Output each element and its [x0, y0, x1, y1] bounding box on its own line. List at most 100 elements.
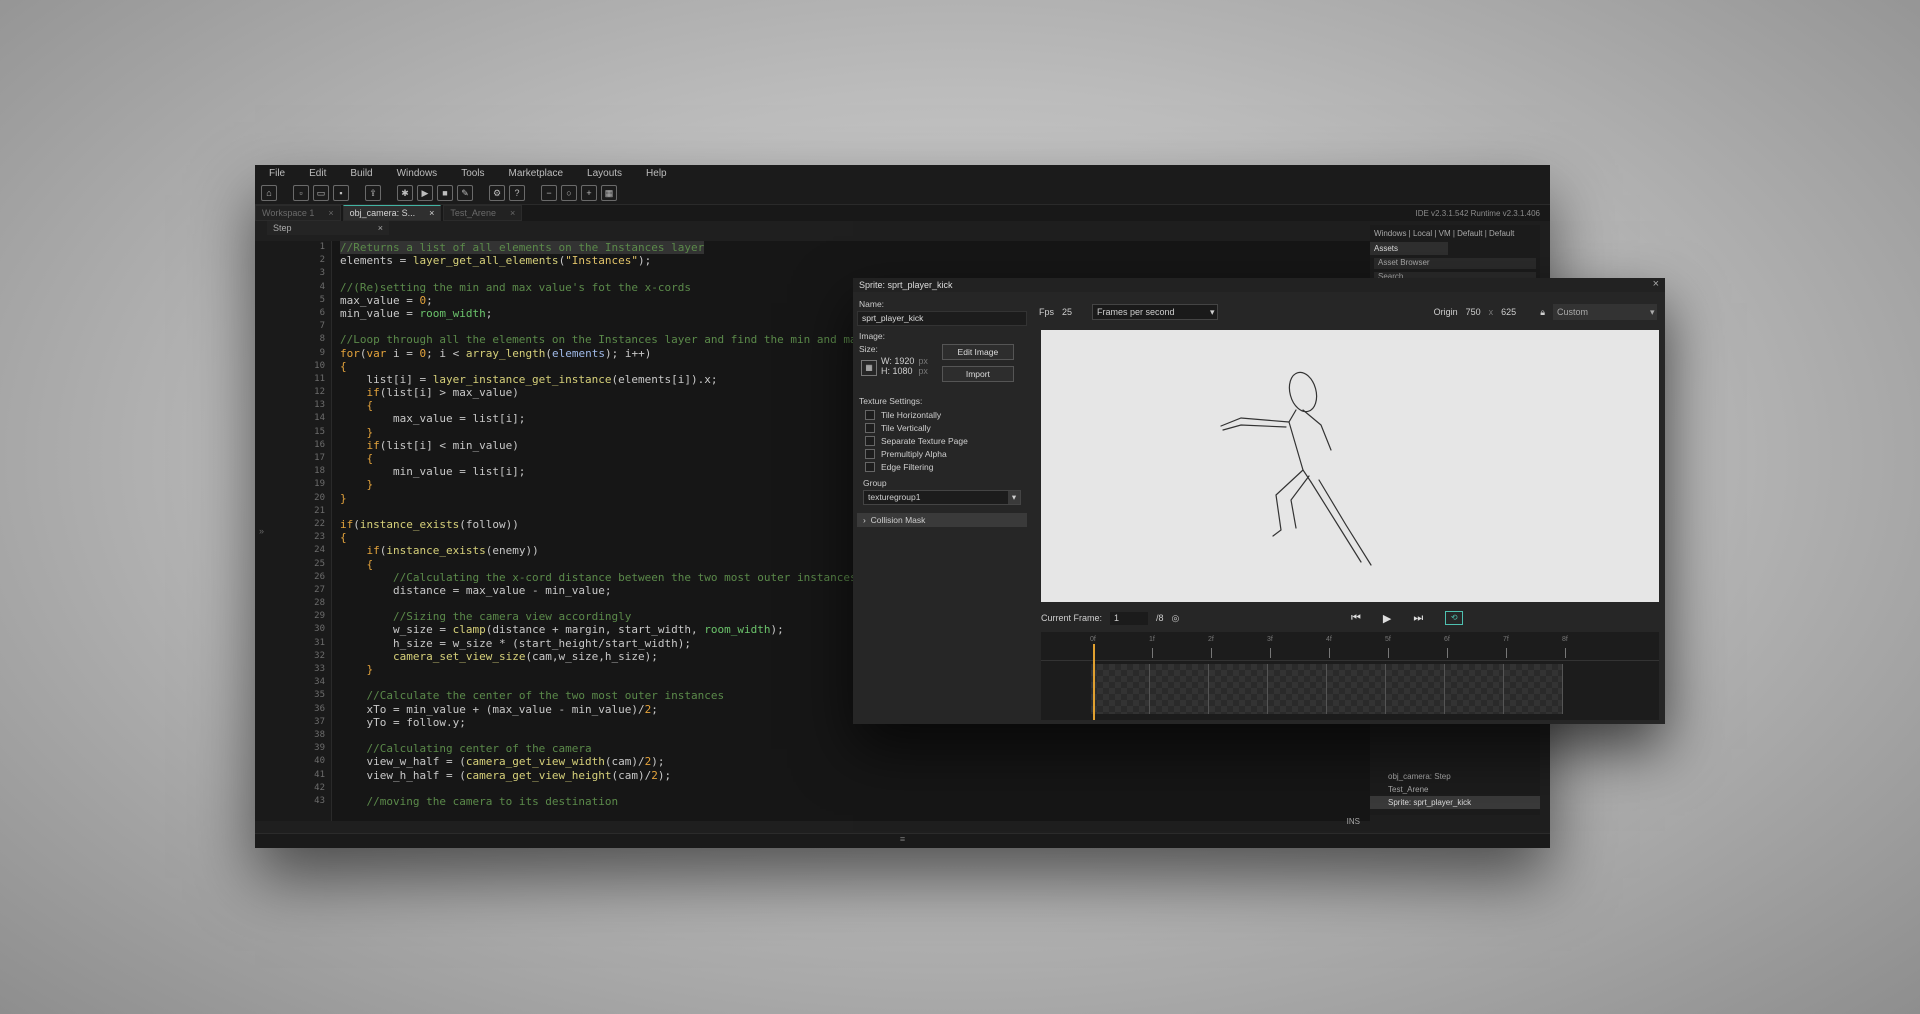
code-line[interactable]: view_h_half = (camera_get_view_height(ca…: [340, 769, 1370, 782]
px-unit: px: [918, 366, 928, 376]
tile-vertically-checkbox[interactable]: Tile Vertically: [865, 421, 1027, 434]
list-item[interactable]: obj_camera: Step: [1370, 770, 1540, 783]
close-icon[interactable]: ×: [429, 208, 434, 218]
save-icon[interactable]: ▪: [333, 185, 349, 201]
current-frame-input[interactable]: 1: [1110, 611, 1149, 625]
checkbox[interactable]: [865, 409, 875, 420]
line-number: 14: [314, 413, 325, 424]
chevron-right-icon[interactable]: ›: [863, 515, 866, 525]
name-field[interactable]: sprt_player_kick: [857, 311, 1027, 326]
playhead[interactable]: [1093, 644, 1095, 720]
close-icon[interactable]: ×: [328, 208, 333, 218]
collision-mask-section[interactable]: › Collision Mask: [857, 513, 1027, 527]
frame-cell[interactable]: [1386, 664, 1445, 714]
chevron-down-icon[interactable]: ▾: [1650, 304, 1657, 320]
checkbox[interactable]: [865, 448, 875, 459]
code-line[interactable]: view_w_half = (camera_get_view_width(cam…: [340, 755, 1370, 768]
play-icon[interactable]: ▶: [1383, 612, 1391, 625]
tab-assets[interactable]: Assets: [1370, 242, 1448, 255]
code-line[interactable]: [340, 782, 1370, 795]
run-icon[interactable]: ▶: [417, 185, 433, 201]
frame-cell[interactable]: [1091, 664, 1150, 714]
tab-test-arene[interactable]: Test_Arene ×: [443, 205, 523, 221]
frame-timeline[interactable]: 0f 1f 2f 3f 4f 5f 6f 7f 8f: [1041, 632, 1659, 720]
settings-icon[interactable]: ⚙: [489, 185, 505, 201]
code-line[interactable]: [340, 729, 1370, 742]
open-folder-icon[interactable]: ▭: [313, 185, 329, 201]
zoom-out-icon[interactable]: −: [541, 185, 557, 201]
zoom-in-icon[interactable]: +: [581, 185, 597, 201]
image-buttons: Edit Image Import: [941, 344, 1014, 388]
chevron-down-icon[interactable]: ▾: [1210, 305, 1217, 319]
new-file-icon[interactable]: ▫: [293, 185, 309, 201]
lock-icon[interactable]: 🔒︎: [1540, 307, 1545, 318]
help-icon[interactable]: ?: [509, 185, 525, 201]
home-icon[interactable]: ⌂: [261, 185, 277, 201]
output-splitter[interactable]: ≡: [255, 833, 1550, 848]
frame-cell[interactable]: [1209, 664, 1268, 714]
debug-icon[interactable]: ✱: [397, 185, 413, 201]
frame-cell[interactable]: [1445, 664, 1504, 714]
window-links[interactable]: Windows | Local | VM | Default | Default: [1370, 225, 1540, 242]
skip-forward-icon[interactable]: ⏭︎: [1413, 612, 1423, 625]
tile-horizontally-checkbox[interactable]: Tile Horizontally: [865, 408, 1027, 421]
menu-layouts[interactable]: Layouts: [587, 168, 622, 179]
code-line[interactable]: //moving the camera to its destination: [340, 795, 1370, 808]
tab-label: Test_Arene: [450, 208, 496, 218]
layout-icon[interactable]: ▦: [601, 185, 617, 201]
import-button[interactable]: Import: [941, 366, 1014, 382]
checkbox[interactable]: [865, 461, 875, 472]
close-icon[interactable]: ×: [378, 223, 383, 233]
edit-image-button[interactable]: Edit Image: [941, 344, 1014, 360]
sprite-canvas[interactable]: [1041, 330, 1659, 602]
code-line[interactable]: //Calculating center of the camera: [340, 742, 1370, 755]
frame-cell[interactable]: [1268, 664, 1327, 714]
tab-workspace[interactable]: Workspace 1 ×: [255, 205, 341, 221]
loop-icon[interactable]: ⟲: [1445, 611, 1464, 625]
texture-group-dropdown[interactable]: texturegroup1 ▾: [863, 490, 1021, 505]
separate-texture-page-checkbox[interactable]: Separate Texture Page: [865, 434, 1027, 447]
expand-icon[interactable]: »: [259, 526, 264, 536]
stop-icon[interactable]: ■: [437, 185, 453, 201]
left-collapse-strip[interactable]: »: [255, 241, 270, 821]
timeline-tick-label: 1f: [1149, 636, 1155, 643]
menu-tools[interactable]: Tools: [461, 168, 484, 179]
tab-obj-camera[interactable]: obj_camera: S... ×: [342, 205, 442, 221]
origin-y-input[interactable]: 625: [1501, 307, 1516, 317]
code-line[interactable]: //Returns a list of all elements on the …: [340, 241, 1370, 254]
menu-marketplace[interactable]: Marketplace: [509, 168, 563, 179]
chevron-down-icon[interactable]: ▾: [1008, 491, 1020, 504]
frame-cell[interactable]: [1504, 664, 1563, 714]
code-line[interactable]: elements = layer_get_all_elements("Insta…: [340, 254, 1370, 267]
frame-cell[interactable]: [1150, 664, 1209, 714]
unit-label: px px: [918, 356, 928, 376]
checkbox-label: Separate Texture Page: [881, 435, 968, 446]
premultiply-alpha-checkbox[interactable]: Premultiply Alpha: [865, 447, 1027, 460]
menu-windows[interactable]: Windows: [397, 168, 438, 179]
checkbox[interactable]: [865, 422, 875, 433]
close-icon[interactable]: ×: [510, 208, 515, 218]
close-icon[interactable]: ×: [1653, 278, 1659, 290]
checkbox[interactable]: [865, 435, 875, 446]
onion-skin-icon[interactable]: ◎: [1172, 613, 1180, 624]
menu-build[interactable]: Build: [350, 168, 372, 179]
clean-icon[interactable]: ✎: [457, 185, 473, 201]
menu-file[interactable]: File: [269, 168, 285, 179]
menu-edit[interactable]: Edit: [309, 168, 326, 179]
edge-filtering-checkbox[interactable]: Edge Filtering: [865, 460, 1027, 473]
zoom-reset-icon[interactable]: ○: [561, 185, 577, 201]
list-item[interactable]: Sprite: sprt_player_kick: [1370, 796, 1540, 809]
origin-x-input[interactable]: 750: [1466, 307, 1481, 317]
menu-help[interactable]: Help: [646, 168, 667, 179]
fps-input[interactable]: 25: [1062, 307, 1084, 317]
frame-cell[interactable]: [1327, 664, 1386, 714]
fps-mode-dropdown[interactable]: Frames per second ▾: [1092, 304, 1219, 320]
event-tab-step[interactable]: Step ×: [267, 221, 389, 235]
asset-browser-dropdown[interactable]: Asset Browser: [1374, 258, 1536, 269]
list-item[interactable]: Test_Arene: [1370, 783, 1540, 796]
export-icon[interactable]: ⇪: [365, 185, 381, 201]
origin-preset-dropdown[interactable]: Custom ▾: [1553, 304, 1657, 320]
skip-back-icon[interactable]: ⏮︎: [1351, 612, 1361, 625]
dropdown-value: Custom: [1557, 307, 1589, 317]
resize-icon[interactable]: ▦: [861, 360, 877, 376]
